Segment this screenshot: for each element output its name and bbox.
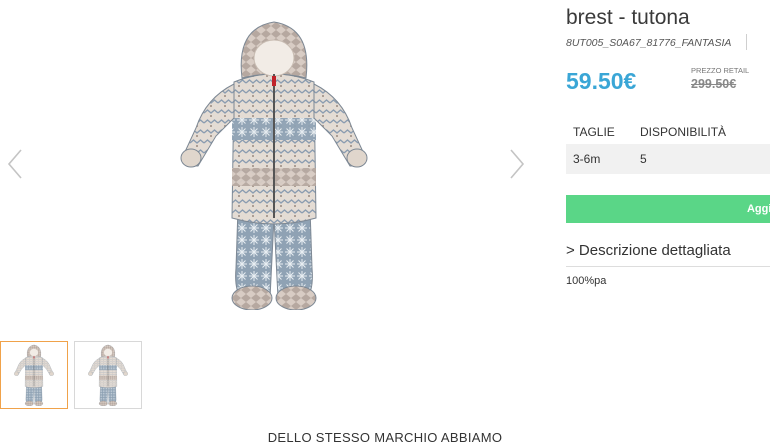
size-column-header: TAGLIE [573, 125, 615, 139]
retail-price: 299.50€ [691, 77, 737, 91]
product-gallery [0, 0, 540, 330]
thumbnail-strip [0, 341, 142, 409]
size-availability-table: TAGLIE DISPONIBILITÀ 3-6m 5 [566, 120, 770, 174]
product-price: 59.50€ [566, 68, 637, 94]
chevron-right-icon [510, 149, 525, 179]
thumbnail-1[interactable] [0, 341, 68, 409]
product-sku: 8UT005_S0A67_81776_FANTASIA [566, 37, 732, 49]
related-heading: DELLO STESSO MARCHIO ABBIAMO [267, 430, 503, 445]
product-title: brest - tutona [566, 6, 690, 29]
add-to-cart-button[interactable]: Aggiungi al c [566, 195, 770, 223]
size-table-header: TAGLIE DISPONIBILITÀ [566, 120, 770, 144]
add-to-cart-label: Aggiungi al c [746, 203, 770, 215]
description-divider [566, 266, 770, 267]
size-value: 3-6m [573, 152, 601, 166]
product-info-panel: brest - tutona 8UT005_S0A67_81776_FANTAS… [566, 0, 770, 340]
gallery-next-button[interactable] [506, 148, 528, 180]
description-content: 100%pa [566, 275, 607, 287]
gallery-prev-button[interactable] [4, 148, 26, 180]
availability-value: 5 [640, 152, 647, 166]
thumbnail-front-image [14, 344, 54, 406]
thumbnail-2[interactable] [74, 341, 142, 409]
description-toggle[interactable]: > Descrizione dettagliata [566, 242, 731, 259]
availability-column-header: DISPONIBILITÀ [640, 125, 727, 139]
chevron-left-icon [7, 149, 22, 179]
thumbnail-back-image [88, 344, 128, 406]
retail-price-label: PREZZO RETAIL [691, 66, 750, 75]
product-main-image[interactable] [176, 18, 372, 310]
sku-divider [746, 34, 747, 50]
size-row[interactable]: 3-6m 5 [566, 144, 770, 174]
